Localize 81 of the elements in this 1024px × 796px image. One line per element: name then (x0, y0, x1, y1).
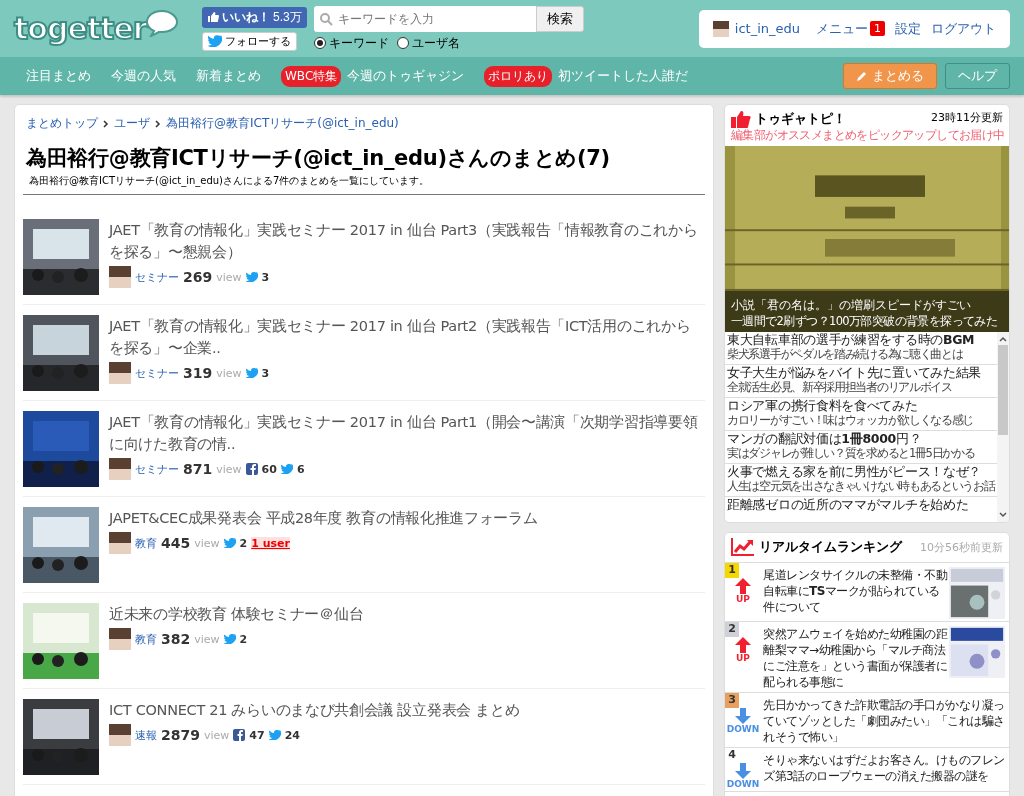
topic-subtitle: カロリーがすごい！味はウォッカが欲しくなる感じ (727, 413, 975, 428)
rank-number: 4 (727, 748, 737, 763)
article-title-link[interactable]: 近未来の学校教育 体験セミナー＠仙台 (109, 603, 705, 625)
follow-button[interactable]: フォローする (202, 31, 297, 51)
menu-link[interactable]: メニュー (816, 19, 868, 38)
tweet-count: 6 (296, 462, 305, 476)
article-title-link[interactable]: JAET「教育の情報化」実践セミナー 2017 in 仙台 Part2（実践報告「ICT活用のこれからを探る」〜企業.. (109, 315, 705, 359)
header-link[interactable]: 設定 (895, 19, 921, 38)
article-title-link[interactable]: JAPET&CEC成果発表会 平成28年度 教育の情報化推進フォーラム (109, 507, 705, 529)
topic-title-link[interactable]: 火事で燃える家を前に男性がピース！なぜ？ (727, 464, 997, 479)
topic-title-link[interactable]: 距離感ゼロの近所のママがマルチを始めた (727, 497, 997, 512)
header-link[interactable]: ログアウト (931, 19, 996, 38)
topic-subtitle: 実はダジャレが難しい？質を求めると1冊5日かかる (727, 446, 976, 461)
view-count: 2879 (161, 727, 200, 743)
article-title-link[interactable]: JAET「教育の情報化」実践セミナー 2017 in 仙台 Part1（開会〜講演「次期学習指導要領に向けた教育の情.. (109, 411, 705, 455)
topic-subtitle: 柴犬系選手がペダルを踏み続ける為に聴く曲とは (727, 347, 964, 362)
ranking-title: リアルタイムランキング (759, 538, 902, 556)
topic-title-link[interactable]: マンガの翻訳対価は1冊8000円？ (727, 431, 997, 446)
ranking-title-link[interactable]: そりゃ来ないはずだよお客さん。けものフレンズ第3話のロープウェーの消えた搬器の謎を (763, 748, 1005, 789)
view-count: 871 (183, 461, 213, 477)
like-count: 60 (261, 462, 277, 476)
breadcrumb-link[interactable]: ユーザ (114, 115, 150, 132)
nav-badge: ポロリあり (484, 65, 553, 87)
like-count: 47 (249, 728, 265, 742)
like-button[interactable]: いいね！ 5.3万 (202, 6, 307, 28)
search-mode-radio[interactable]: キーワード (314, 34, 389, 52)
category-link[interactable]: セミナー (135, 365, 179, 381)
rank-badge: 3 (725, 693, 739, 708)
ranking-title-link[interactable]: 突然アムウェイを始めた幼稚園の距離梨ママ→幼稚園から「マルチ商法にご注意を」という書面が保護者に配られる事態に (763, 622, 947, 690)
view-label: view (216, 366, 242, 380)
category-link[interactable]: セミナー (135, 269, 179, 285)
category-link[interactable]: セミナー (135, 461, 179, 477)
trend-label: UP (736, 653, 750, 663)
user-link[interactable]: ict_in_edu (734, 21, 800, 36)
topic-title-link[interactable]: 東大自転車部の選手が練習をする時のBGM (727, 332, 997, 347)
search-button[interactable]: 検索 (536, 5, 584, 32)
update-time: 23時11分更新 (931, 110, 1003, 125)
view-label: view (203, 728, 230, 742)
breadcrumb-link[interactable]: 為田裕行@教育ICTリサーチ(@ict_in_edu) (166, 115, 399, 132)
tweet-count: 24 (284, 728, 300, 742)
topic-subtitle: 人生は空元気を出さなきゃいけない時もあるというお話 (727, 479, 997, 494)
feature-title[interactable]: 小説「君の名は。」の増刷スピードがすごい (731, 297, 998, 314)
view-label: view (194, 632, 220, 646)
breadcrumb-link[interactable]: まとめトップ (26, 115, 98, 132)
topic-title-link[interactable]: 女子大生が悩みをバイト先に置いてみた結果 (727, 365, 997, 380)
topics-subtitle: 編集部がオススメまとめをピックアップしてお届け中 (730, 128, 1006, 144)
category-link[interactable]: 速報 (135, 727, 157, 743)
view-count: 269 (183, 269, 213, 285)
user-count-link[interactable]: 1 user (251, 536, 290, 550)
topic-subtitle: 全就活生必見、新卒採用担当者のリアルボイス (727, 380, 953, 395)
trend-label: DOWN (726, 779, 760, 789)
page-title: 為田裕行@教育ICTリサーチ(@ict_in_edu)さんのまとめ(7) (26, 145, 611, 172)
category-link[interactable]: 教育 (135, 631, 157, 647)
category-link[interactable]: 教育 (135, 535, 157, 551)
view-label: view (216, 270, 242, 284)
view-count: 319 (183, 365, 213, 381)
ranking-title-link[interactable]: 先日かかってきた詐欺電話の手口がかなり凝っていてゾッとした「劇団みたい」「これは騙されそうで怖い」 (763, 693, 1005, 745)
feature-subtitle: 一週間で2刷ずつ？100万部突破の背景を探ってみた (731, 314, 998, 329)
tweet-count: 2 (239, 632, 248, 646)
page-description: 為田裕行@教育ICTリサーチ(@ict_in_edu)さんによる7件のまとめを一覧にしています。 (23, 174, 705, 195)
trend-label: DOWN (726, 724, 760, 734)
search-mode-radio[interactable]: ユーザ名 (397, 34, 460, 52)
view-label: view (194, 536, 220, 550)
view-count: 382 (161, 631, 191, 647)
tweet-count: 3 (261, 270, 270, 284)
topics-title: トゥギャトピ！ (755, 110, 846, 128)
notification-count: 1 (870, 21, 885, 36)
view-count: 445 (161, 535, 191, 551)
ranking-title-link[interactable]: 尾道レンタサイクルの未整備・不動自転車にTSマークが貼られている件について (763, 563, 947, 619)
nav-badge: WBC特集 (281, 65, 342, 87)
tweet-count: 2 (239, 536, 248, 550)
rank-badge: 1 (725, 563, 739, 578)
topic-title-link[interactable]: ロシア軍の携行食料を食べてみた (727, 398, 997, 413)
article-title-link[interactable]: JAET「教育の情報化」実践セミナー 2017 in 仙台 Part3（実践報告「情報教育のこれからを探る」〜懇親会） (109, 219, 705, 263)
view-label: view (216, 462, 242, 476)
search-field[interactable]: キーワードを入力 (314, 5, 536, 32)
rank-badge: 2 (725, 622, 739, 637)
trend-label: UP (736, 594, 750, 604)
tweet-count: 3 (261, 366, 270, 380)
update-time: 10分56秒前更新 (920, 539, 1003, 555)
article-title-link[interactable]: ICT CONNECT 21 みらいのまなび共創会議 設立発表会 まとめ (109, 699, 705, 721)
